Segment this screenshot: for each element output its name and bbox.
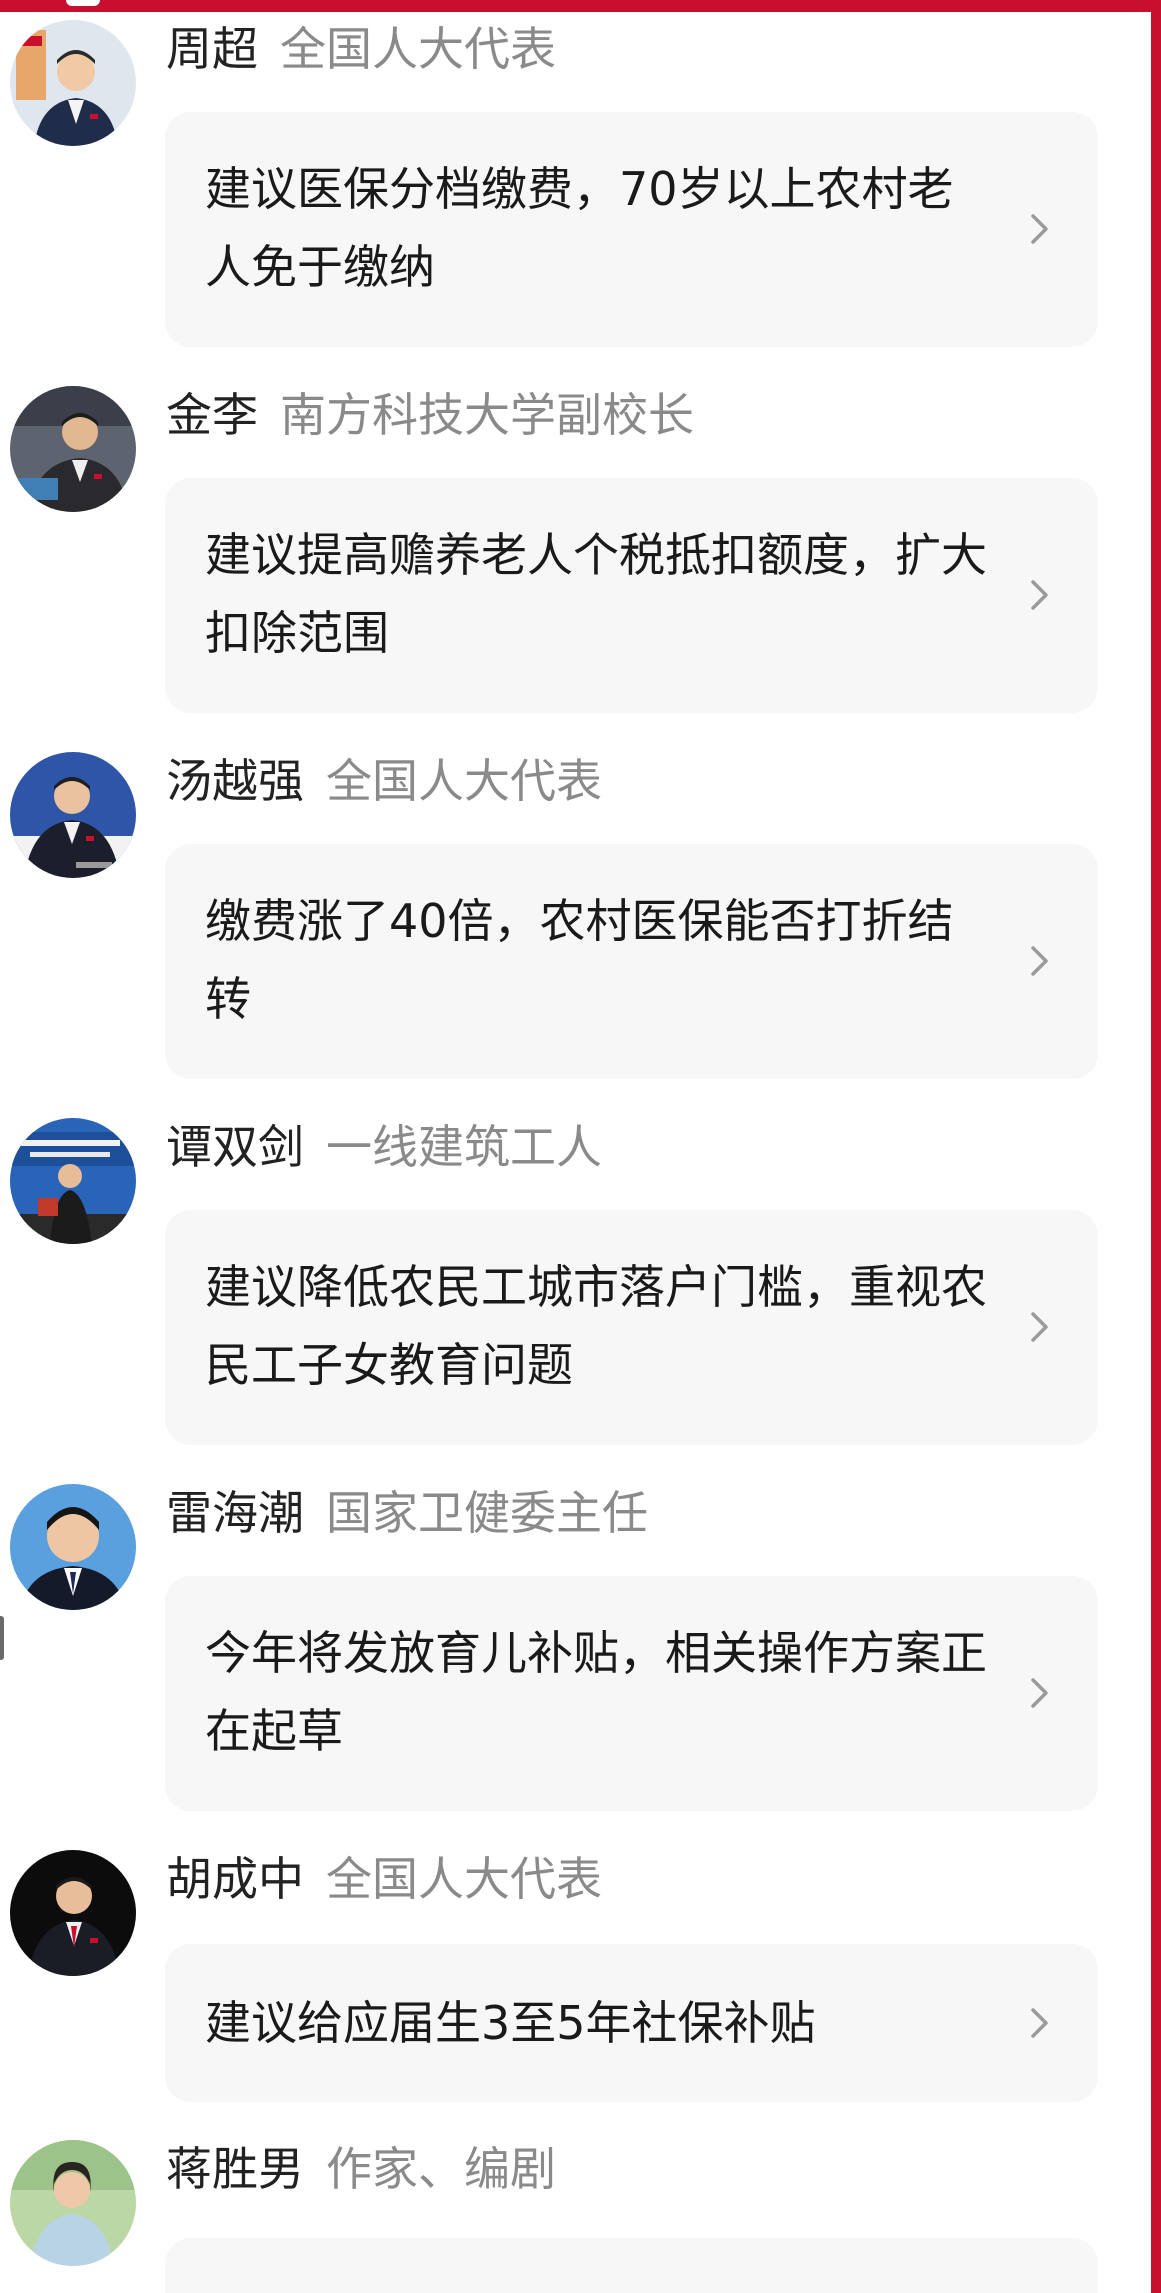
- edge-fragment: [0, 1616, 4, 1660]
- speaker-line: 谭双剑 一线建筑工人: [166, 1114, 602, 1180]
- proposal-entry: 雷海潮 国家卫健委主任 今年将发放育儿补贴，相关操作方案正在起草: [0, 1464, 1151, 1830]
- person-portrait-icon: [10, 752, 136, 878]
- proposal-card[interactable]: 建议降低农民工城市落户门槛，重视农民工子女教育问题: [165, 1210, 1098, 1445]
- avatar[interactable]: [10, 1484, 136, 1610]
- proposal-card[interactable]: 建议提高赡养老人个税抵扣额度，扩大扣除范围: [165, 478, 1098, 713]
- speaker-line: 金李 南方科技大学副校长: [166, 382, 694, 448]
- proposal-card[interactable]: [165, 2238, 1098, 2293]
- speaker-line: 胡成中 全国人大代表: [166, 1846, 602, 1912]
- chevron-right-icon: [1031, 2008, 1048, 2038]
- speaker-line: 蒋胜男 作家、编剧: [166, 2136, 556, 2202]
- speaker-name[interactable]: 谭双剑: [166, 1120, 304, 1174]
- proposal-entry: 谭双剑 一线建筑工人 建议降低农民工城市落户门槛，重视农民工子女教育问题: [0, 1098, 1151, 1464]
- right-accent-bar: [1151, 0, 1161, 2293]
- speaker-name[interactable]: 周超: [166, 22, 258, 76]
- speaker-title: 全国人大代表: [326, 754, 602, 808]
- proposal-card[interactable]: 建议给应届生3至5年社保补贴: [165, 1944, 1098, 2102]
- proposal-entry: 汤越强 全国人大代表 缴费涨了40倍，农村医保能否打折结转: [0, 732, 1151, 1098]
- speaker-name[interactable]: 雷海潮: [166, 1486, 304, 1540]
- proposal-entry: 金李 南方科技大学副校长 建议提高赡养老人个税抵扣额度，扩大扣除范围: [0, 366, 1151, 732]
- proposal-text: 缴费涨了40倍，农村医保能否打折结转: [205, 894, 954, 1026]
- proposal-entry: 蒋胜男 作家、编剧: [0, 2120, 1151, 2293]
- person-portrait-icon: [10, 1118, 136, 1244]
- proposal-text: 建议提高赡养老人个税抵扣额度，扩大扣除范围: [205, 528, 987, 660]
- person-portrait-icon: [10, 2140, 136, 2266]
- speaker-name[interactable]: 蒋胜男: [166, 2142, 304, 2196]
- chevron-right-icon: [1031, 946, 1048, 976]
- proposal-card[interactable]: 建议医保分档缴费，70岁以上农村老人免于缴纳: [165, 112, 1098, 347]
- avatar[interactable]: [10, 2140, 136, 2266]
- screen: 周超 全国人大代表 建议医保分档缴费，70岁以上农村老人免于缴纳 金李 南方科技…: [0, 0, 1161, 2293]
- person-portrait-icon: [10, 386, 136, 512]
- speaker-line: 汤越强 全国人大代表: [166, 748, 602, 814]
- person-portrait-icon: [10, 20, 136, 146]
- proposal-entry: 胡成中 全国人大代表 建议给应届生3至5年社保补贴: [0, 1830, 1151, 2120]
- speaker-name[interactable]: 胡成中: [166, 1852, 304, 1906]
- proposal-text: 建议医保分档缴费，70岁以上农村老人免于缴纳: [205, 162, 954, 294]
- chevron-right-icon: [1031, 214, 1048, 244]
- chevron-right-icon: [1031, 1678, 1048, 1708]
- proposal-text: 建议给应届生3至5年社保补贴: [205, 1996, 816, 2050]
- proposal-entry: 周超 全国人大代表 建议医保分档缴费，70岁以上农村老人免于缴纳: [0, 0, 1151, 362]
- speaker-title: 南方科技大学副校长: [280, 388, 694, 442]
- avatar[interactable]: [10, 1118, 136, 1244]
- proposal-card[interactable]: 今年将发放育儿补贴，相关操作方案正在起草: [165, 1576, 1098, 1811]
- person-portrait-icon: [10, 1484, 136, 1610]
- speaker-name[interactable]: 金李: [166, 388, 258, 442]
- avatar[interactable]: [10, 386, 136, 512]
- proposal-text: 今年将发放育儿补贴，相关操作方案正在起草: [205, 1626, 987, 1758]
- avatar[interactable]: [10, 1850, 136, 1976]
- person-portrait-icon: [10, 1850, 136, 1976]
- avatar[interactable]: [10, 20, 136, 146]
- chevron-right-icon: [1031, 1312, 1048, 1342]
- speaker-name[interactable]: 汤越强: [166, 754, 304, 808]
- speaker-title: 国家卫健委主任: [326, 1486, 648, 1540]
- proposal-text: 建议降低农民工城市落户门槛，重视农民工子女教育问题: [205, 1260, 987, 1392]
- chevron-right-icon: [1031, 580, 1048, 610]
- speaker-title: 一线建筑工人: [326, 1120, 602, 1174]
- proposal-card[interactable]: 缴费涨了40倍，农村医保能否打折结转: [165, 844, 1098, 1079]
- speaker-title: 作家、编剧: [326, 2142, 556, 2196]
- speaker-line: 周超 全国人大代表: [166, 16, 556, 82]
- speaker-line: 雷海潮 国家卫健委主任: [166, 1480, 648, 1546]
- speaker-title: 全国人大代表: [280, 22, 556, 76]
- speaker-title: 全国人大代表: [326, 1852, 602, 1906]
- avatar[interactable]: [10, 752, 136, 878]
